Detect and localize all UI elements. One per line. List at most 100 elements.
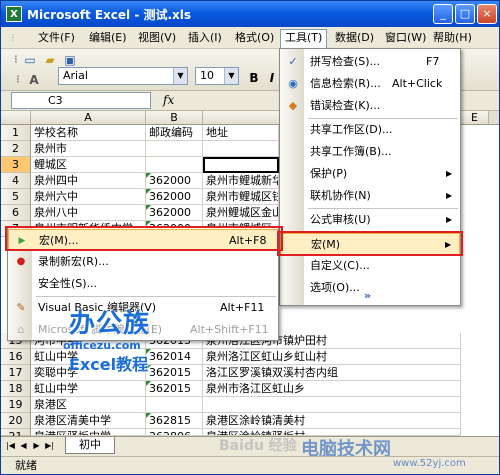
table-cell[interactable]: 泉州市洛江区虹山乡 [203, 381, 461, 397]
table-cell[interactable]: 泉港区驿坂中学 [31, 429, 146, 436]
watermark-sub: Excel教程 [69, 355, 149, 374]
row-header[interactable]: 19 [1, 397, 31, 413]
table-cell[interactable] [146, 157, 203, 173]
column-header-a[interactable]: A [31, 111, 146, 125]
menu-bar: ⋮ 文件(F) 编辑(E) 视图(V) 插入(I) 格式(O) 工具(T) 数据… [1, 27, 499, 50]
status-text: 就绪 [15, 459, 37, 472]
menu-format[interactable]: 格式(O) [231, 30, 278, 47]
row-header[interactable]: 17 [1, 365, 31, 381]
vertical-scrollbar[interactable] [489, 111, 499, 125]
table-cell[interactable]: 鲤城区 [31, 157, 146, 173]
table-cell[interactable]: 362000 [146, 205, 203, 221]
table-cell[interactable]: 362014 [146, 349, 203, 365]
error-check-icon: ◆ [288, 99, 298, 112]
table-cell[interactable] [203, 141, 279, 157]
table-cell[interactable]: 泉州洛江区虹山乡虹山村 [203, 349, 461, 365]
fx-icon[interactable]: fx [163, 93, 174, 107]
spellcheck-icon: ✓ [288, 55, 298, 68]
table-cell[interactable]: 泉州八中 [31, 205, 146, 221]
menu-item-label: 保护(P) [310, 167, 348, 180]
menu-item-shared-workspace[interactable]: 共享工作区(D)... [280, 119, 460, 141]
menu-item-formula-audit[interactable]: 公式审核(U) ▶ [280, 209, 460, 231]
bold-button[interactable]: B [245, 69, 263, 87]
menu-window[interactable]: 窗口(W) [381, 30, 430, 47]
row-header[interactable]: 6 [1, 205, 31, 221]
column-header-e[interactable]: E [461, 111, 489, 125]
table-cell[interactable]: 泉州市鲤城区钱 [203, 189, 279, 205]
menu-file[interactable]: 文件(F) [34, 30, 79, 47]
row-header[interactable]: 3 [1, 157, 31, 173]
row-header[interactable]: 5 [1, 189, 31, 205]
table-cell[interactable]: 学校名称 [31, 125, 146, 141]
table-cell[interactable]: 362000 [146, 173, 203, 189]
title-bar[interactable]: X Microsoft Excel - 测试.xls _ □ × [1, 1, 499, 27]
table-cell[interactable] [146, 141, 203, 157]
table-cell[interactable]: 泉州市 [31, 141, 146, 157]
row-header[interactable]: 21 [1, 429, 31, 443]
row-header[interactable]: 1 [1, 125, 31, 141]
menu-data[interactable]: 数据(D) [331, 30, 378, 47]
table-cell[interactable] [203, 397, 461, 413]
menubar-grip-icon: ⋮ [9, 33, 17, 42]
menu-item-record-macro[interactable]: ● 录制新宏(R)... [8, 251, 278, 273]
font-name-select[interactable]: Arial ▼ [58, 67, 188, 85]
menu-item-spellcheck[interactable]: ✓ 拼写检查(S)... F7 [280, 51, 460, 73]
menu-item-online-collab[interactable]: 联机协作(N) ▶ [280, 185, 460, 207]
table-cell[interactable] [146, 397, 203, 413]
close-button[interactable]: × [477, 4, 497, 24]
table-cell[interactable]: 362815 [146, 413, 203, 429]
name-box[interactable]: C3 [11, 92, 151, 109]
menu-item-label: 录制新宏(R)... [38, 255, 109, 268]
row-header[interactable]: 16 [1, 349, 31, 365]
table-cell[interactable]: 虹山中学 [31, 381, 146, 397]
table-cell[interactable]: 泉州鲤城区金山 [203, 205, 279, 221]
open-folder-icon[interactable]: ▰ [41, 51, 59, 69]
window-title: Microsoft Excel - 测试.xls [27, 8, 192, 22]
table-cell[interactable]: 地址 [203, 125, 279, 141]
script-editor-icon: ⌂ [17, 323, 25, 336]
column-header-b[interactable]: B [146, 111, 203, 125]
row-header[interactable]: 2 [1, 141, 31, 157]
menu-insert[interactable]: 插入(I) [184, 30, 226, 47]
row-header[interactable]: 18 [1, 381, 31, 397]
menu-expand[interactable]: » [280, 285, 460, 307]
minimize-button[interactable]: _ [433, 4, 453, 24]
row-header[interactable]: 20 [1, 413, 31, 429]
table-cell[interactable]: 泉州六中 [31, 189, 146, 205]
menu-item-error-check[interactable]: ◆ 错误检查(K)... [280, 95, 460, 117]
table-cell[interactable]: 泉港区清美中学 [31, 413, 146, 429]
active-cell[interactable] [203, 157, 279, 173]
menu-help[interactable]: 帮助(H) [429, 30, 476, 47]
table-cell[interactable]: 362000 [146, 189, 203, 205]
table-cell[interactable]: 362806 [146, 429, 203, 436]
table-cell[interactable]: 泉州四中 [31, 173, 146, 189]
table-cell[interactable]: 362015 [146, 365, 203, 381]
table-cell[interactable]: 邮政编码 [146, 125, 203, 141]
table-cell[interactable]: 泉州市鲤城新华 [203, 173, 279, 189]
select-all-corner[interactable] [1, 111, 31, 125]
prev-sheet-icon[interactable]: ◀ [18, 440, 29, 452]
menu-item-security[interactable]: 安全性(S)... [8, 273, 278, 295]
menu-item-research[interactable]: ◉ 信息检索(R)... Alt+Click [280, 73, 460, 95]
menu-item-customize[interactable]: 自定义(C)... [280, 255, 460, 277]
last-sheet-icon[interactable]: ▶| [44, 440, 55, 452]
next-sheet-icon[interactable]: ▶ [31, 440, 42, 452]
menu-item-shared-workbook[interactable]: 共享工作簿(B)... [280, 141, 460, 163]
chevron-down-icon[interactable]: ▼ [224, 68, 238, 84]
chevron-down-icon[interactable]: ▼ [173, 68, 187, 84]
row-header[interactable]: 4 [1, 173, 31, 189]
menu-tools[interactable]: 工具(T) [280, 29, 328, 50]
table-cell[interactable]: 泉港区涂岭镇清美村 [203, 413, 461, 429]
table-cell[interactable]: 洛江区罗溪镇双溪村杏内组 [203, 365, 461, 381]
new-file-icon[interactable]: ▭ [21, 51, 39, 69]
menu-item-shortcut: Alt+Click [392, 77, 443, 90]
font-size-select[interactable]: 10 ▼ [195, 67, 239, 85]
menu-edit[interactable]: 编辑(E) [85, 30, 131, 47]
sheet-tab[interactable]: 初中 [65, 437, 115, 454]
menu-item-protect[interactable]: 保护(P) ▶ [280, 163, 460, 185]
table-cell[interactable]: 泉港区 [31, 397, 146, 413]
table-cell[interactable]: 362015 [146, 381, 203, 397]
maximize-button[interactable]: □ [455, 4, 475, 24]
first-sheet-icon[interactable]: |◀ [5, 440, 16, 452]
menu-view[interactable]: 视图(V) [134, 30, 180, 47]
